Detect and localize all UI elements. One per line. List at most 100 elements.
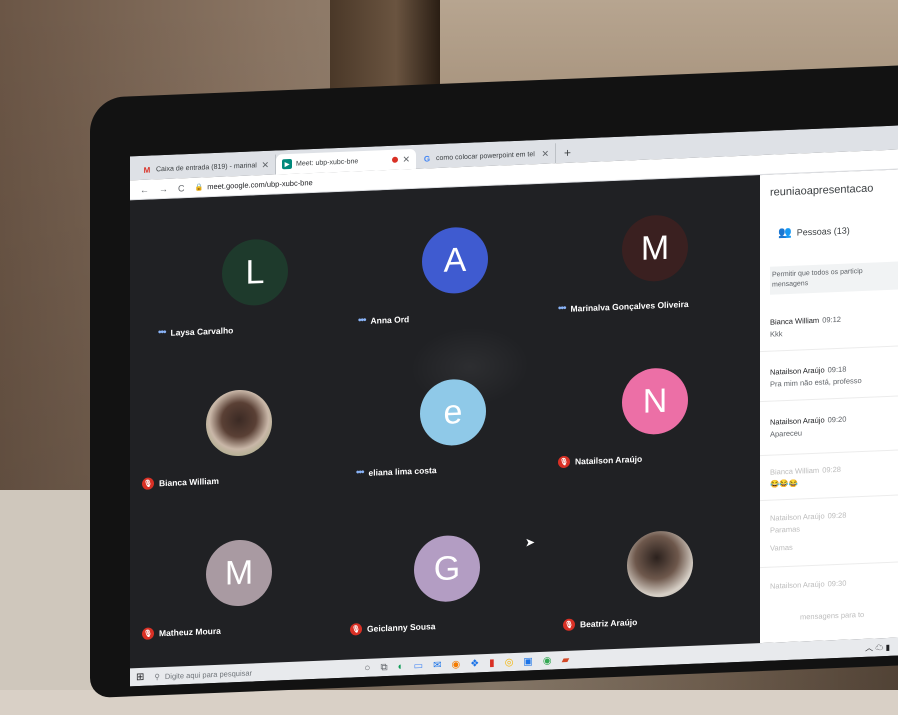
laptop-screen: M Caixa de entrada (819) - marinal ✕ ▶ M… (130, 125, 898, 687)
chat-message: Natailson Araújo 09:20 Apareceu (770, 411, 898, 440)
reload-icon[interactable]: C (178, 183, 185, 193)
chrome-icon-2[interactable]: ◉ (543, 655, 552, 666)
participant-grid: L ••• Laysa Carvalho A ••• Anna Ord M ••… (130, 175, 760, 669)
tab-title: como colocar powerpoint em tel (436, 150, 535, 162)
message-time: 09:28 (822, 464, 841, 475)
people-button[interactable]: 👥 Pessoas (13) (778, 223, 850, 239)
close-tab-icon[interactable]: ✕ (541, 148, 549, 159)
speaking-dots-icon: ••• (558, 302, 566, 315)
mic-off-icon: 🎙 (142, 477, 154, 490)
allow-messages-toggle[interactable]: Permitir que todos os particip mensagens (770, 261, 898, 295)
office-icon[interactable]: ▮ (489, 657, 495, 668)
store-icon[interactable]: ▭ (414, 660, 423, 671)
message-time: 09:28 (827, 510, 847, 521)
participant-tile[interactable]: M 🎙 Matheuz Moura (134, 492, 344, 650)
avatar: N (622, 366, 688, 436)
message-text: Apareceu (770, 428, 803, 439)
firefox-icon[interactable]: ◉ (451, 659, 460, 670)
recording-icon (392, 156, 399, 163)
lock-icon: 🔒 (194, 183, 204, 192)
participant-tile[interactable]: G 🎙 Geiclanny Sousa (342, 487, 552, 645)
message-sender: Natailson Araújo (770, 579, 825, 591)
mic-off-icon: 🎙 (142, 627, 154, 640)
avatar-photo (627, 529, 693, 599)
url-text: meet.google.com/ubp-xubc-bne (207, 178, 313, 192)
mouse-cursor-icon: ➤ (525, 535, 536, 550)
participant-name-label: Matheuz Moura (159, 625, 221, 639)
participant-tile[interactable]: N 🎙 Natailson Araújo (550, 320, 760, 478)
participant-name: 🎙 Beatriz Araújo (563, 616, 638, 632)
message-time: 09:12 (822, 314, 841, 325)
message-time: 09:20 (827, 414, 847, 425)
avatar: e (420, 378, 486, 447)
chrome-icon[interactable]: ◎ (505, 656, 514, 667)
chat-message: Bianca William 09:12 Kkk (770, 311, 898, 340)
participant-name: ••• Marinalva Gonçalves Oliveira (558, 298, 689, 314)
google-icon: G (423, 153, 431, 164)
participant-name-label: Marinalva Gonçalves Oliveira (570, 298, 689, 314)
participant-name-label: Geiclanny Sousa (367, 621, 436, 634)
participant-name-label: eliana lima costa (368, 464, 437, 478)
back-icon[interactable]: ← (140, 184, 149, 194)
participant-tile[interactable]: e ••• eliana lima costa (348, 331, 558, 489)
speaking-dots-icon: ••• (158, 326, 166, 339)
participant-name: ••• Anna Ord (358, 313, 410, 327)
system-tray-icons[interactable]: ︿ ☁ ▮ (865, 641, 898, 653)
participant-tile[interactable]: L ••• Laysa Carvalho (150, 191, 360, 349)
participant-name-label: Anna Ord (370, 313, 410, 326)
participant-tile[interactable]: A ••• Anna Ord (350, 179, 560, 337)
chat-message: Bianca William 09:28 😂😂😂 (770, 461, 898, 490)
powerpoint-icon[interactable]: ▰ (562, 654, 570, 665)
participant-name-label: Laysa Carvalho (170, 324, 234, 338)
taskbar-search[interactable]: ⚲ Digite aqui para pesquisar (154, 664, 354, 681)
close-tab-icon[interactable]: ✕ (261, 159, 269, 170)
laptop-bezel: M Caixa de entrada (819) - marinal ✕ ▶ M… (90, 65, 898, 699)
people-icon: 👥 (778, 226, 792, 240)
participant-name: 🎙 Geiclanny Sousa (350, 620, 436, 636)
side-panel: reuniaoapresentacao 👥 Pessoas (13) Permi… (760, 169, 898, 644)
dropbox-icon[interactable]: ❖ (470, 658, 479, 669)
new-tab-button[interactable]: + (556, 142, 579, 163)
cortana-icon[interactable]: ○ (364, 662, 370, 673)
participant-name: ••• Laysa Carvalho (158, 324, 234, 339)
participant-tile[interactable]: M ••• Marinalva Gonçalves Oliveira (550, 167, 760, 325)
url-field[interactable]: 🔒 meet.google.com/ubp-xubc-bne (195, 178, 313, 192)
participant-name: ••• eliana lima costa (356, 464, 437, 479)
close-tab-icon[interactable]: ✕ (402, 154, 410, 165)
mic-off-icon: 🎙 (563, 618, 575, 632)
speaking-dots-icon: ••• (358, 314, 366, 327)
chat-message: Natailson Araújo 09:28 Paramas Vamas (770, 507, 898, 554)
message-text: mensagens para to (800, 609, 865, 622)
gmail-icon: M (143, 165, 151, 175)
message-text: Kkk (770, 329, 783, 339)
avatar: L (222, 238, 288, 307)
participant-tile[interactable]: 🎙 Beatriz Araújo (555, 483, 765, 641)
participant-name: 🎙 Bianca William (142, 475, 219, 490)
participant-name-label: Beatriz Araújo (580, 617, 638, 630)
message-sender: Bianca William (770, 315, 820, 327)
room-left-box (0, 490, 95, 715)
message-sender: Natailson Araújo (770, 365, 825, 377)
avatar: A (422, 226, 488, 295)
search-placeholder: Digite aqui para pesquisar (164, 667, 253, 681)
participant-name-label: Bianca William (159, 475, 219, 489)
participant-name: 🎙 Matheuz Moura (142, 625, 221, 640)
message-time: 09:30 (827, 578, 847, 589)
mail-icon[interactable]: ✉ (433, 659, 441, 670)
windows-start-icon[interactable]: ⊞ (136, 671, 144, 682)
participant-tile[interactable]: 🎙 Bianca William (134, 342, 344, 500)
message-text: Vamas (770, 542, 793, 553)
edge-icon[interactable]: ◐ (398, 661, 404, 672)
divider (760, 449, 898, 457)
mic-off-icon: 🎙 (558, 455, 570, 469)
participant-name-label: Natailson Araújo (575, 453, 643, 467)
message-time: 09:18 (827, 364, 847, 375)
search-icon: ⚲ (154, 671, 160, 681)
task-view-icon[interactable]: ⧉ (380, 662, 387, 673)
outlook-icon[interactable]: ▣ (523, 656, 532, 667)
message-sender: Natailson Araújo (770, 511, 825, 523)
participant-name: 🎙 Natailson Araújo (558, 453, 643, 469)
avatar: G (414, 534, 480, 603)
forward-icon[interactable]: → (159, 183, 168, 193)
chat-message: Natailson Araújo 09:30 (770, 575, 898, 592)
